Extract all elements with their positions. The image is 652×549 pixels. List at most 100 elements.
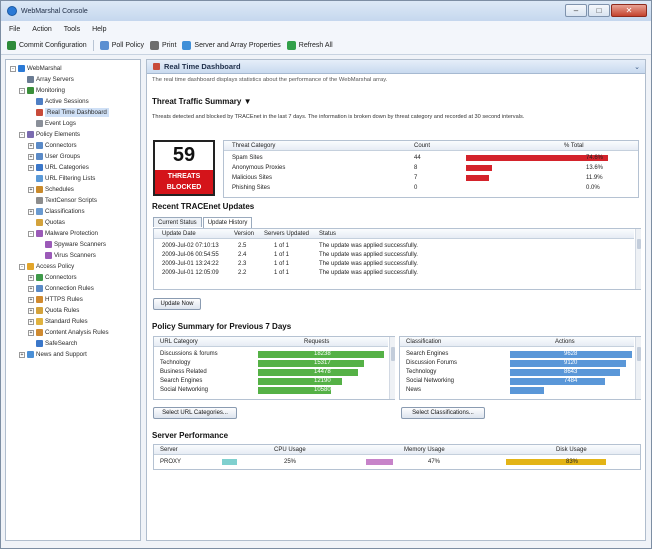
collapse-node-icon[interactable]: - xyxy=(28,230,34,237)
collapse-node-icon[interactable]: - xyxy=(19,263,25,270)
scrollbar-thumb[interactable] xyxy=(391,347,395,361)
minimize-button[interactable]: – xyxy=(565,4,587,17)
server-name: PROXY xyxy=(160,459,182,465)
tree-item[interactable]: Virus Scanners xyxy=(37,251,96,260)
menu-help[interactable]: Help xyxy=(92,26,106,33)
expand-node-icon[interactable]: + xyxy=(28,208,34,215)
commit-configuration-button[interactable]: Commit Configuration xyxy=(7,41,87,50)
collapse-node-icon[interactable]: - xyxy=(19,87,25,94)
expand-node-icon[interactable]: + xyxy=(28,329,34,336)
select-url-categories-button[interactable]: Select URL Categories... xyxy=(153,407,237,419)
refresh-all-button[interactable]: Refresh All xyxy=(286,41,333,50)
classification-actions-value: 7484 xyxy=(564,378,578,384)
tree-item[interactable]: + Connectors xyxy=(28,141,77,150)
server-col-memory: Memory Usage xyxy=(404,447,445,453)
server-performance-header: Server Performance xyxy=(152,431,229,440)
update-table-header xyxy=(154,229,634,239)
poll-policy-button[interactable]: Poll Policy xyxy=(99,41,144,50)
class-table-scrollbar[interactable] xyxy=(635,337,641,399)
tree-item-label: Array Servers xyxy=(36,76,74,83)
collapse-node-icon[interactable]: - xyxy=(19,131,25,138)
close-button[interactable]: ✕ xyxy=(611,4,647,17)
url-col-requests: Requests xyxy=(304,339,330,345)
url-table-scrollbar[interactable] xyxy=(389,337,395,399)
threats-blocked-badge: 59 THREATS BLOCKED xyxy=(153,140,215,196)
threat-category: Phishing Sites xyxy=(232,185,271,191)
print-button[interactable]: Print xyxy=(150,41,176,50)
tree-item[interactable]: + Quota Rules xyxy=(28,306,79,315)
tree-node-icon xyxy=(27,87,34,94)
menu-file[interactable]: File xyxy=(9,26,20,33)
tree-item[interactable]: URL Filtering Lists xyxy=(28,174,95,183)
tree-item[interactable]: - Access Policy xyxy=(19,262,74,271)
expand-node-icon[interactable]: + xyxy=(28,153,34,160)
tree-item[interactable]: + HTTPS Rules xyxy=(28,295,83,304)
expand-node-icon[interactable]: + xyxy=(28,296,34,303)
tab-update-history[interactable]: Update History xyxy=(202,217,253,228)
url-category-table: URL Category Requests Discussions & foru… xyxy=(153,336,395,400)
tree-item-label: Real Time Dashboard xyxy=(45,108,109,117)
url-requests-value: 18238 xyxy=(314,351,331,357)
tracenet-tabs: Current Status Update History xyxy=(153,217,253,228)
collapse-icon[interactable]: ⌄ xyxy=(634,63,640,71)
tree-item[interactable]: - WebMarshal xyxy=(10,64,62,73)
url-requests-value: 14478 xyxy=(314,369,331,375)
tree-item[interactable]: + URL Categories xyxy=(28,163,89,172)
expand-node-icon[interactable]: + xyxy=(28,318,34,325)
server-array-properties-button[interactable]: Server and Array Properties xyxy=(182,41,281,50)
expand-node-icon[interactable]: + xyxy=(28,285,34,292)
expand-node-icon[interactable]: + xyxy=(28,142,34,149)
update-servers: 1 of 1 xyxy=(274,252,290,258)
tree-node-icon xyxy=(45,241,52,248)
scrollbar-thumb[interactable] xyxy=(637,239,641,249)
tree-item[interactable]: Quotas xyxy=(28,218,65,227)
tree-item[interactable]: Array Servers xyxy=(19,75,74,84)
tree-node-icon xyxy=(27,76,34,83)
tree-item[interactable]: Real Time Dashboard xyxy=(28,108,109,117)
tree-item[interactable]: - Monitoring xyxy=(19,86,65,95)
disk-usage-value: 83% xyxy=(566,459,579,465)
select-classifications-button[interactable]: Select Classifications... xyxy=(401,407,485,419)
memory-usage-bar xyxy=(366,459,394,465)
tree-item[interactable]: - Malware Protection xyxy=(28,229,98,238)
tree-item[interactable]: + User Groups xyxy=(28,152,80,161)
threat-percent: 13.6% xyxy=(586,165,604,171)
tree-item[interactable]: + News and Support xyxy=(19,350,87,359)
expand-node-icon[interactable]: + xyxy=(28,274,34,281)
menu-bar: File Action Tools Help xyxy=(1,21,651,37)
tree-item[interactable]: Spyware Scanners xyxy=(37,240,106,249)
menu-tools[interactable]: Tools xyxy=(64,26,80,33)
update-status: The update was applied successfully. xyxy=(319,252,418,258)
menu-action[interactable]: Action xyxy=(32,26,51,33)
tree-item[interactable]: - Policy Elements xyxy=(19,130,80,139)
update-table-scrollbar[interactable] xyxy=(635,229,641,289)
tree-item[interactable]: + Classifications xyxy=(28,207,85,216)
expand-node-icon[interactable]: + xyxy=(19,351,25,358)
tree-item-label: Connectors xyxy=(45,142,77,149)
memory-usage-value: 47% xyxy=(428,459,441,465)
scrollbar-thumb[interactable] xyxy=(637,347,641,361)
tree-item[interactable]: + Schedules xyxy=(28,185,74,194)
tree-item[interactable]: + Content Analysis Rules xyxy=(28,328,109,337)
tab-current-status[interactable]: Current Status xyxy=(153,217,202,227)
expand-node-icon[interactable]: + xyxy=(28,186,34,193)
tree-item[interactable]: SafeSearch xyxy=(28,339,77,348)
collapse-node-icon[interactable]: - xyxy=(10,65,16,72)
threat-summary-header[interactable]: Threat Traffic Summary ▼ xyxy=(152,97,252,106)
tree-item-label: User Groups xyxy=(45,153,81,160)
tree-item[interactable]: + Connectors xyxy=(28,273,77,282)
tree-item[interactable]: + Standard Rules xyxy=(28,317,88,326)
tree-item[interactable]: TextCensor Scripts xyxy=(28,196,97,205)
update-now-button[interactable]: Update Now xyxy=(153,298,201,310)
tree-item[interactable]: Event Logs xyxy=(28,119,76,128)
dashboard-description: The real time dashboard displays statist… xyxy=(152,77,388,83)
expand-node-icon[interactable]: + xyxy=(28,307,34,314)
tree-item[interactable]: + Connection Rules xyxy=(28,284,94,293)
update-history-table: Update Date Version Servers Updated Stat… xyxy=(153,228,641,290)
maximize-button[interactable]: □ xyxy=(588,4,610,17)
tree-item[interactable]: Active Sessions xyxy=(28,97,89,106)
classification-name: Discussion Forums xyxy=(406,360,458,366)
classification-actions-value: 9628 xyxy=(564,351,578,357)
tree-item-label: Schedules xyxy=(45,186,74,193)
expand-node-icon[interactable]: + xyxy=(28,164,34,171)
